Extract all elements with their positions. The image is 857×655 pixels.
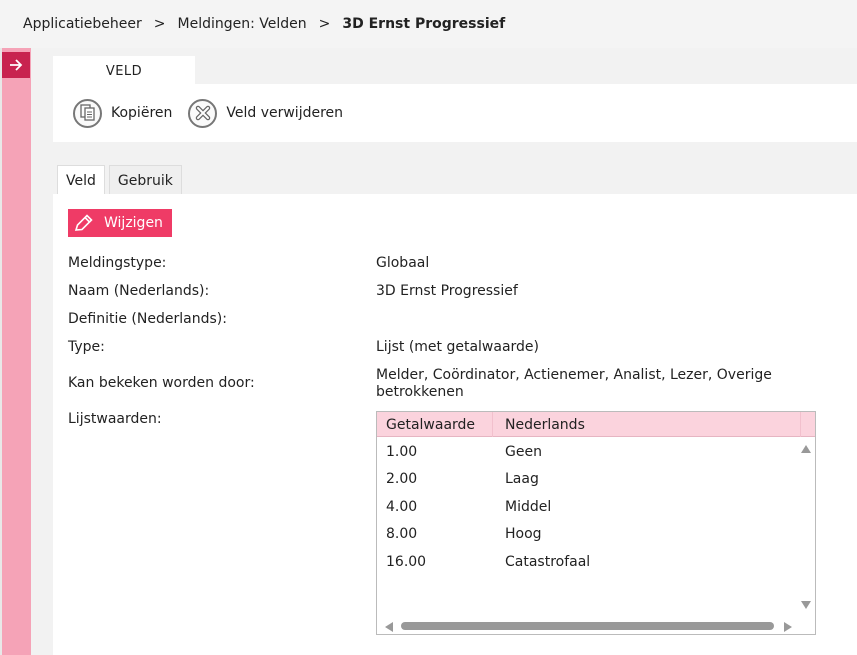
column-header-getalwaarde[interactable]: Getalwaarde <box>377 412 493 437</box>
breadcrumb: Applicatiebeheer > Meldingen: Velden > 3… <box>0 0 857 48</box>
delete-field-label: Veld verwijderen <box>226 105 344 121</box>
cell-getalwaarde: 8.00 <box>386 525 418 542</box>
edit-button[interactable]: Wijzigen <box>68 209 172 237</box>
expand-panel-button[interactable] <box>2 52 30 78</box>
definitie-label: Definitie (Nederlands): <box>68 311 227 327</box>
cell-nederlands: Middel <box>505 498 552 515</box>
cell-getalwaarde: 2.00 <box>386 470 418 487</box>
cell-nederlands: Laag <box>505 470 539 487</box>
breadcrumb-item-applicatiebeheer[interactable]: Applicatiebeheer <box>23 16 142 32</box>
strip-border <box>0 48 2 655</box>
triangle-down-icon <box>801 601 811 609</box>
naam-value: 3D Ernst Progressief <box>376 283 518 299</box>
table-row[interactable]: 16.00 Catastrofaal <box>377 548 797 575</box>
field-details-panel: Wijzigen Meldingstype: Globaal Naam (Ned… <box>53 194 857 655</box>
scrollbar-thumb[interactable] <box>401 622 774 630</box>
cell-getalwaarde: 4.00 <box>386 498 418 515</box>
scroll-right-button[interactable] <box>784 620 794 632</box>
lijstwaarden-label: Lijstwaarden: <box>68 411 162 427</box>
arrow-right-icon <box>10 59 23 71</box>
copy-icon <box>73 98 102 128</box>
list-values-table: Getalwaarde Nederlands 1.00 Geen 2.00 La… <box>376 411 816 635</box>
triangle-left-icon <box>385 622 393 632</box>
delete-field-button[interactable]: Veld verwijderen <box>188 98 344 128</box>
bekeken-label: Kan bekeken worden door: <box>68 375 255 391</box>
column-header-nederlands[interactable]: Nederlands <box>493 412 801 437</box>
meldingstype-value: Globaal <box>376 255 430 271</box>
scroll-down-button[interactable] <box>801 600 811 610</box>
toolbar: Kopiëren Veld verwijderen <box>53 84 857 142</box>
scroll-up-button[interactable] <box>801 444 811 454</box>
delete-icon <box>188 98 218 128</box>
breadcrumb-current: 3D Ernst Progressief <box>342 16 506 32</box>
breadcrumb-item-meldingen-velden[interactable]: Meldingen: Velden <box>178 16 307 32</box>
table-row[interactable]: 2.00 Laag <box>377 465 797 492</box>
cell-nederlands: Hoog <box>505 525 542 542</box>
horizontal-scrollbar[interactable] <box>377 616 815 634</box>
cell-getalwaarde: 16.00 <box>386 553 427 570</box>
triangle-up-icon <box>801 445 811 453</box>
table-row[interactable]: 1.00 Geen <box>377 438 797 465</box>
table-header: Getalwaarde Nederlands <box>377 412 815 437</box>
bekeken-value: Melder, Coördinator, Actienemer, Analist… <box>376 367 772 400</box>
type-label: Type: <box>68 339 105 355</box>
side-panel-strip <box>0 48 31 655</box>
cell-nederlands: Catastrofaal <box>505 553 591 570</box>
edit-label: Wijzigen <box>104 215 163 231</box>
type-value: Lijst (met getalwaarde) <box>376 339 540 355</box>
copy-label: Kopiëren <box>111 105 173 121</box>
subtab-bar: Veld Gebruik <box>57 165 186 195</box>
pencil-icon <box>74 214 93 231</box>
breadcrumb-separator: > <box>318 16 331 32</box>
scroll-left-button[interactable] <box>385 620 395 632</box>
naam-label: Naam (Nederlands): <box>68 283 210 299</box>
table-row[interactable]: 8.00 Hoog <box>377 520 797 547</box>
tab-gebruik[interactable]: Gebruik <box>108 165 182 195</box>
table-row[interactable]: 4.00 Middel <box>377 493 797 520</box>
copy-button[interactable]: Kopiëren <box>73 98 173 128</box>
breadcrumb-separator: > <box>153 16 166 32</box>
meldingstype-label: Meldingstype: <box>68 255 167 271</box>
cell-nederlands: Geen <box>505 443 542 460</box>
triangle-right-icon <box>784 622 792 632</box>
cell-getalwaarde: 1.00 <box>386 443 418 460</box>
tab-veld-main[interactable]: VELD <box>53 56 195 86</box>
tab-veld[interactable]: Veld <box>57 165 105 195</box>
